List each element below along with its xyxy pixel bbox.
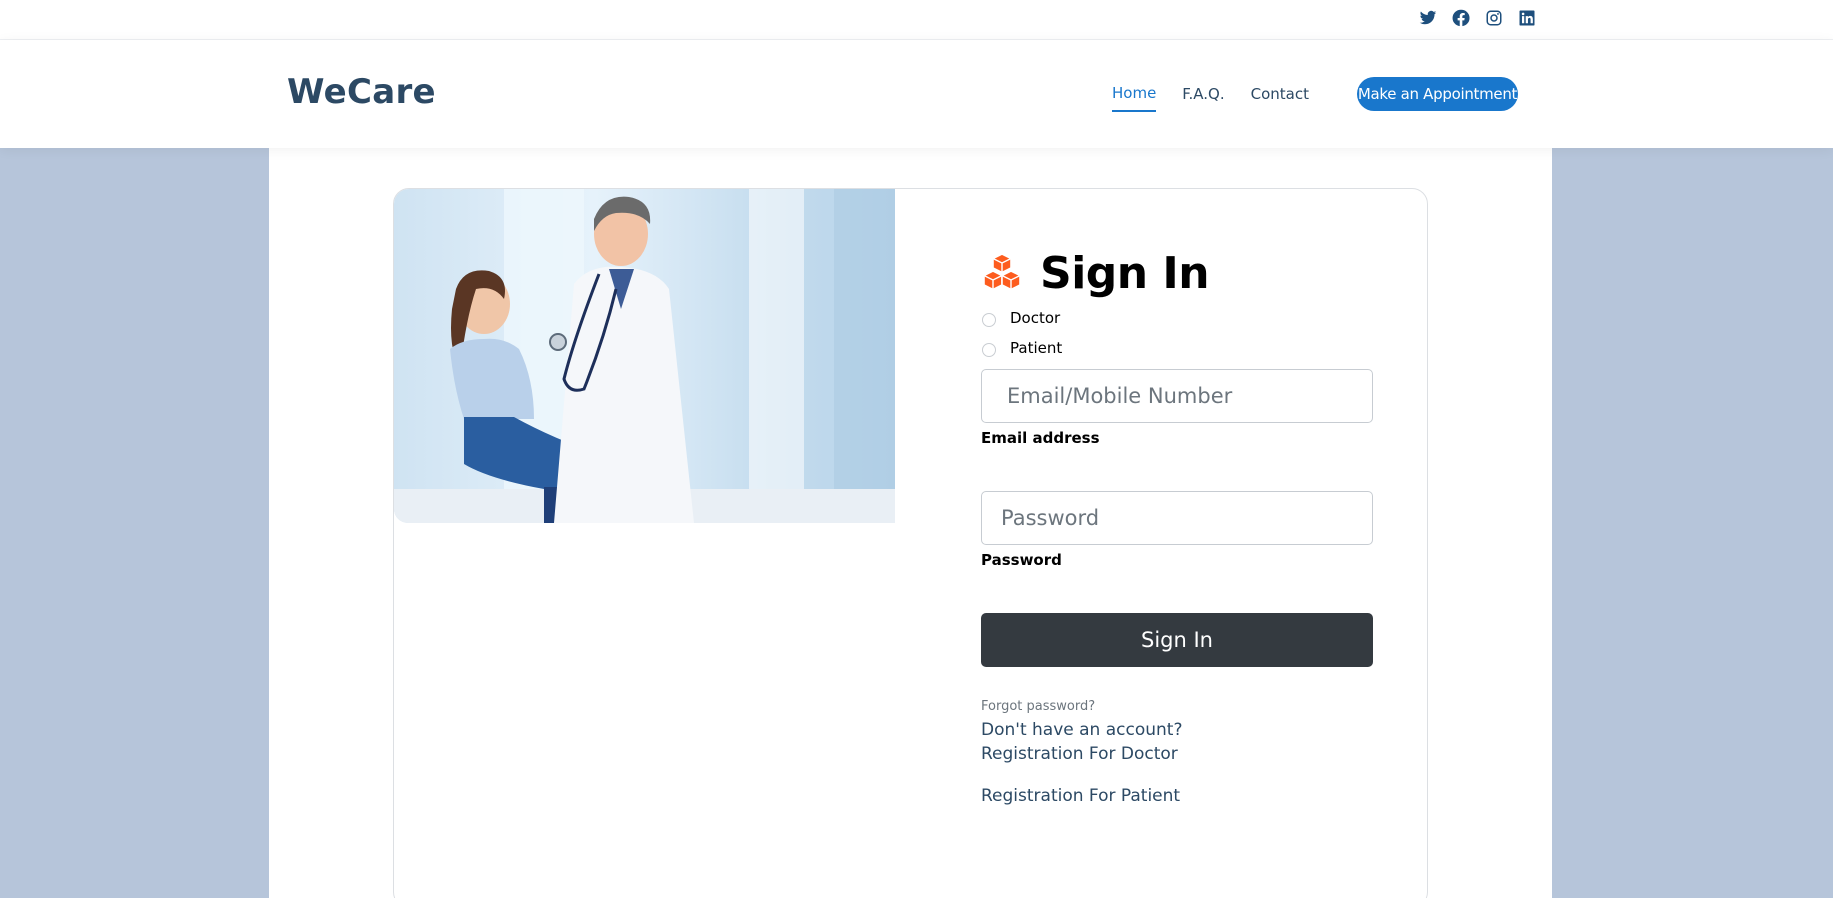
role-doctor-option[interactable]: Doctor <box>981 303 1373 333</box>
signin-heading: Sign In <box>981 247 1373 299</box>
signin-button[interactable]: Sign In <box>981 613 1373 667</box>
nav-faq[interactable]: F.A.Q. <box>1182 85 1224 111</box>
email-input[interactable]: Email/Mobile Number <box>981 369 1373 423</box>
site-logo[interactable]: WeCare <box>287 72 436 112</box>
role-patient-option[interactable]: Patient <box>981 333 1373 363</box>
main-nav: Home F.A.Q. Contact <box>1112 84 1335 112</box>
site-header: WeCare Home F.A.Q. Contact Make an Appoi… <box>0 40 1833 148</box>
signin-form: Sign In Doctor Patient Email/Mobile Numb… <box>981 247 1373 806</box>
facebook-icon[interactable] <box>1451 8 1471 28</box>
no-account-text: Don't have an account? <box>981 720 1183 740</box>
instagram-icon[interactable] <box>1484 8 1504 28</box>
doctor-patient-photo <box>394 189 895 523</box>
register-patient-link[interactable]: Registration For Patient <box>981 786 1373 806</box>
main-panel: Sign In Doctor Patient Email/Mobile Numb… <box>269 148 1552 898</box>
nav-contact[interactable]: Contact <box>1251 85 1309 111</box>
social-links <box>1418 8 1537 28</box>
email-label: Email address <box>981 429 1100 447</box>
role-doctor-radio[interactable] <box>982 313 996 327</box>
role-patient-label: Patient <box>1010 339 1063 357</box>
linkedin-icon[interactable] <box>1517 8 1537 28</box>
role-patient-radio[interactable] <box>982 343 996 357</box>
register-doctor-link[interactable]: Registration For Doctor <box>981 744 1373 764</box>
twitter-icon[interactable] <box>1418 8 1438 28</box>
password-input[interactable]: Password <box>981 491 1373 545</box>
nav-home[interactable]: Home <box>1112 84 1157 112</box>
role-doctor-label: Doctor <box>1010 309 1061 327</box>
top-bar <box>0 0 1833 40</box>
page-title: Sign In <box>1040 247 1210 299</box>
password-label: Password <box>981 551 1062 569</box>
forgot-password-link[interactable]: Forgot password? <box>981 699 1373 714</box>
make-appointment-button[interactable]: Make an Appointment <box>1357 77 1518 111</box>
signin-card: Sign In Doctor Patient Email/Mobile Numb… <box>393 188 1428 898</box>
cubes-icon <box>983 253 1021 291</box>
